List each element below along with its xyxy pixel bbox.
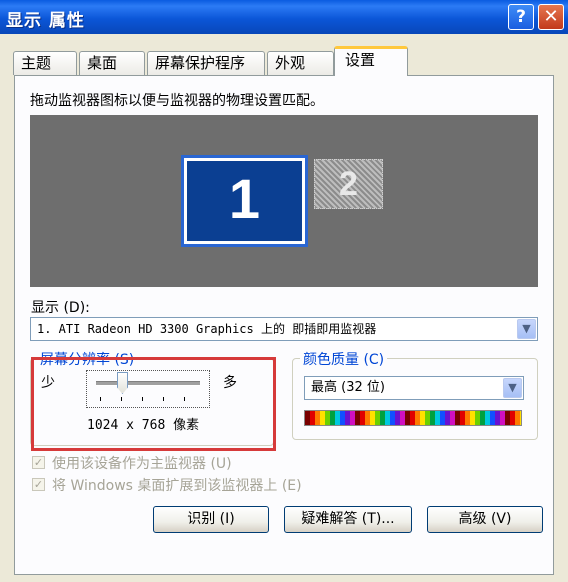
close-icon: ✕ — [543, 6, 559, 27]
troubleshoot-button[interactable]: 疑难解答 (T)... — [284, 506, 412, 533]
monitor-1[interactable]: 1 — [181, 155, 308, 247]
extend-desktop-checkbox[interactable]: ✓ — [32, 478, 45, 491]
color-quality-select[interactable]: 最高 (32 位) ▼ — [304, 376, 524, 400]
tab-desktop[interactable]: 桌面 — [79, 51, 145, 75]
tab-label: 设置 — [345, 51, 376, 69]
window-title: 显示 属性 — [6, 11, 85, 31]
monitor-number: 2 — [339, 165, 358, 203]
primary-monitor-label: 使用该设备作为主监视器 (U) — [52, 456, 232, 472]
display-select[interactable]: 1. ATI Radeon HD 3300 Graphics 上的 即插即用监视… — [30, 317, 538, 341]
display-label: 显示 (D): — [31, 300, 90, 316]
extend-desktop-label: 将 Windows 桌面扩展到该监视器上 (E) — [52, 478, 302, 494]
tab-label: 桌面 — [87, 54, 118, 72]
monitor-arrangement: 1 2 — [30, 115, 538, 287]
monitor-2[interactable]: 2 — [314, 159, 383, 209]
tab-themes[interactable]: 主题 — [13, 51, 77, 75]
chevron-down-icon: ▼ — [503, 378, 522, 398]
tab-label: 主题 — [21, 54, 52, 72]
title-bar[interactable]: 显示 属性 ? ✕ — [0, 0, 568, 34]
color-spectrum-bar — [304, 410, 522, 426]
tab-settings[interactable]: 设置 — [334, 46, 408, 76]
advanced-button[interactable]: 高级 (V) — [427, 506, 543, 533]
color-quality-value: 最高 (32 位) — [311, 380, 385, 395]
highlight-box — [31, 357, 276, 451]
color-quality-legend: 颜色质量 (C) — [300, 349, 388, 369]
primary-monitor-checkbox[interactable]: ✓ — [32, 456, 45, 469]
instruction-text: 拖动监视器图标以便与监视器的物理设置匹配。 — [30, 93, 324, 109]
button-label: 疑难解答 (T)... — [301, 511, 395, 527]
tab-label: 屏幕保护程序 — [155, 54, 246, 72]
monitor-number: 1 — [228, 167, 261, 230]
identify-button[interactable]: 识别 (I) — [153, 506, 269, 533]
close-button[interactable]: ✕ — [538, 4, 564, 30]
tab-label: 外观 — [275, 54, 306, 72]
tab-appearance[interactable]: 外观 — [267, 51, 334, 75]
question-icon: ? — [516, 7, 526, 27]
display-value: 1. ATI Radeon HD 3300 Graphics 上的 即插即用监视… — [37, 322, 377, 336]
chevron-down-icon: ▼ — [517, 319, 536, 339]
button-label: 识别 (I) — [187, 511, 235, 527]
help-button[interactable]: ? — [508, 4, 534, 30]
button-label: 高级 (V) — [458, 511, 512, 527]
tab-screensaver[interactable]: 屏幕保护程序 — [147, 51, 265, 75]
